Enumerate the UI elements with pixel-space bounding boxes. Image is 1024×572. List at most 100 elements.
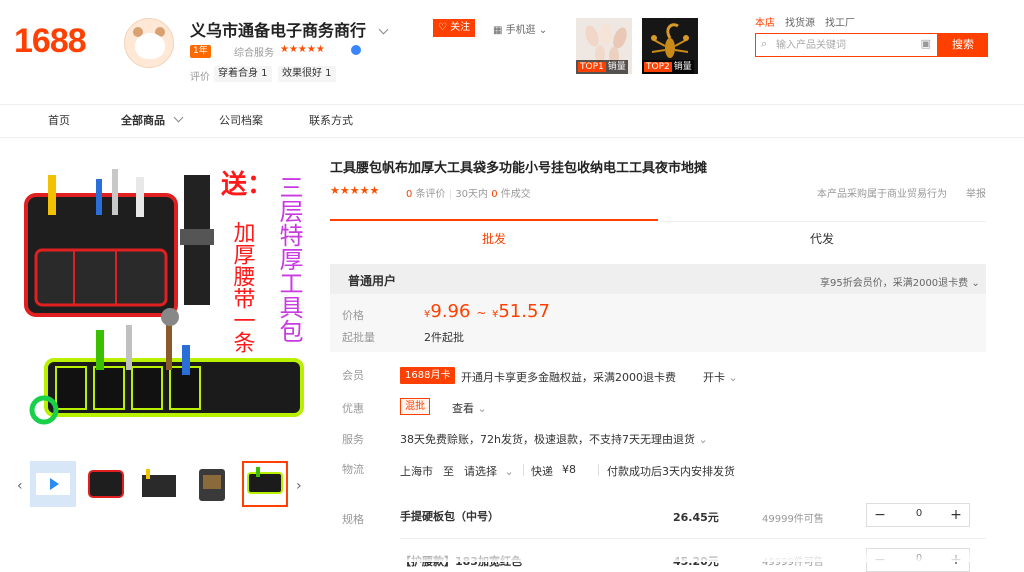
product-title: 工具腰包帆布加厚大工具袋多功能小号挂包收纳电工工具夜市地摊 bbox=[330, 161, 708, 176]
promo-sub-text: 加厚腰带一条 bbox=[230, 221, 256, 353]
quantity-stepper: − 0 + bbox=[866, 503, 970, 527]
promo-main-text: 送： bbox=[221, 170, 273, 200]
scope-this-shop[interactable]: 本店 bbox=[755, 14, 775, 29]
quantity-value[interactable]: 0 bbox=[897, 508, 941, 519]
follow-label: 关注 bbox=[450, 22, 471, 33]
thumb-image bbox=[83, 461, 129, 507]
rank-label: TOP2 销量 bbox=[642, 60, 694, 74]
nav-divider bbox=[0, 104, 1024, 105]
site-logo[interactable]: 1688 bbox=[14, 22, 87, 61]
tab-divider bbox=[660, 221, 986, 222]
shop-name[interactable]: 义乌市通备电子商务商行 bbox=[190, 17, 389, 41]
eval-label: 评价 bbox=[190, 72, 210, 83]
eval-tag[interactable]: 效果很好 1 bbox=[278, 66, 336, 82]
rank-label: TOP1 销量 bbox=[576, 60, 628, 74]
product-stars: ★★★★★ bbox=[330, 184, 380, 197]
price-range: ¥9.96 ~ ¥51.57 bbox=[424, 301, 550, 322]
divider bbox=[598, 464, 599, 476]
tool-bag-illustration: 送： 加厚腰带一条 三层特厚工具包 bbox=[16, 155, 308, 450]
eval-tag[interactable]: 穿着合身 1 bbox=[214, 66, 272, 82]
top-product-thumb[interactable]: TOP1 销量 bbox=[576, 18, 632, 74]
chevron-down-icon bbox=[173, 112, 184, 123]
follow-button[interactable]: ♡ 关注 bbox=[433, 19, 476, 37]
nav-home[interactable]: 首页 bbox=[48, 112, 70, 128]
sales-unit: 件成交 bbox=[500, 189, 531, 200]
thumb-image bbox=[136, 461, 182, 507]
phone-label: 手机逛 bbox=[505, 25, 536, 36]
chevron-down-icon: ⌄ bbox=[698, 433, 708, 446]
camera-icon[interactable]: ▣ bbox=[921, 37, 931, 50]
view-promo-link[interactable]: 查看 ⌄ bbox=[452, 400, 487, 416]
nav-all-products-label: 全部商品 bbox=[121, 114, 165, 127]
year-badge: 1年 bbox=[190, 45, 211, 58]
business-note: 本产品采购属于商业贸易行为 bbox=[817, 189, 947, 200]
sales-count: 0 bbox=[491, 189, 498, 200]
chevron-down-icon: ⌄ bbox=[538, 25, 548, 36]
user-type: 普通用户 bbox=[348, 274, 397, 288]
nav-divider bbox=[0, 137, 1024, 138]
qrcode-icon: ▦ bbox=[493, 25, 503, 36]
service-label: 综合服务 bbox=[234, 48, 274, 59]
divider bbox=[523, 464, 524, 476]
thumb-image bbox=[244, 463, 286, 505]
member-label: 会员 bbox=[342, 369, 364, 382]
ship-method: 快递 bbox=[531, 465, 553, 478]
nav-company-profile[interactable]: 公司档案 bbox=[219, 112, 263, 128]
nav-contact[interactable]: 联系方式 bbox=[309, 112, 353, 128]
plus-button[interactable]: + bbox=[947, 506, 965, 524]
service-desc[interactable]: 38天免费赊账，72h发货，极速退款，不支持7天无理由退货 ⌄ bbox=[400, 431, 708, 447]
service-row-label: 服务 bbox=[342, 433, 364, 446]
gallery-thumb[interactable] bbox=[83, 461, 129, 507]
chevron-down-icon: ⌄ bbox=[971, 278, 980, 289]
gallery-next-icon[interactable]: › bbox=[296, 478, 302, 494]
ship-from: 上海市 bbox=[400, 465, 433, 478]
gallery-thumb[interactable] bbox=[30, 461, 76, 507]
chevron-down-icon[interactable] bbox=[378, 24, 389, 35]
review-label[interactable]: 条评价 bbox=[416, 189, 446, 200]
scope-find-source[interactable]: 找货源 bbox=[785, 14, 815, 29]
member-note[interactable]: 享95折会员价，采满2000退卡费 ⌄ bbox=[820, 274, 980, 289]
monthly-card-badge[interactable]: 1688月卡 bbox=[400, 367, 456, 384]
gallery-thumb-selected[interactable] bbox=[242, 461, 288, 507]
thumb-image bbox=[189, 461, 235, 507]
ship-to-label: 至 bbox=[443, 465, 454, 478]
member-note-text: 享95折会员价，采满2000退卡费 bbox=[820, 278, 969, 289]
gallery-thumb[interactable] bbox=[136, 461, 182, 507]
top-product-thumb[interactable]: TOP2 销量 bbox=[642, 18, 698, 74]
chevron-down-icon: ⌄ bbox=[477, 402, 487, 415]
main-product-image[interactable]: 送： 加厚腰带一条 三层特厚工具包 bbox=[16, 155, 308, 450]
chevron-down-icon: ⌄ bbox=[504, 465, 514, 478]
search-button[interactable]: 搜索 bbox=[938, 33, 988, 57]
search-input[interactable] bbox=[776, 37, 906, 53]
review-count: 0 bbox=[406, 189, 413, 200]
member-desc: 开通月卡享更多金融权益，采满2000退卡费 bbox=[461, 371, 676, 384]
minus-button[interactable]: − bbox=[871, 506, 889, 524]
phone-browse-link[interactable]: ▦ 手机逛 ⌄ bbox=[493, 21, 547, 36]
view-promo-label: 查看 bbox=[452, 402, 474, 415]
shop-avatar[interactable] bbox=[124, 18, 174, 68]
promo-side-text: 三层特厚工具包 bbox=[275, 175, 303, 343]
spec-stock: 49999件可售 bbox=[762, 514, 824, 525]
scope-find-factory[interactable]: 找工厂 bbox=[825, 14, 855, 29]
report-link[interactable]: 举报 bbox=[966, 185, 986, 200]
gallery-prev-icon[interactable]: ‹ bbox=[17, 478, 23, 494]
tab-wholesale[interactable]: 批发 bbox=[482, 230, 506, 247]
shop-name-text[interactable]: 义乌市通备电子商务商行 bbox=[190, 21, 366, 40]
ship-to-select[interactable]: 请选择 ⌄ bbox=[464, 463, 514, 479]
moq-label: 起批量 bbox=[342, 331, 375, 344]
ship-to-value: 请选择 bbox=[464, 465, 497, 478]
row-divider bbox=[400, 538, 986, 539]
spec-price: 26.45元 bbox=[673, 511, 719, 524]
verified-icon bbox=[351, 45, 361, 55]
gallery-thumb[interactable] bbox=[189, 461, 235, 507]
nav-all-products[interactable]: 全部商品 bbox=[121, 112, 184, 128]
service-desc-text: 38天免费赊账，72h发货，极速退款，不支持7天无理由退货 bbox=[400, 433, 695, 446]
scroll-fade bbox=[0, 548, 1024, 562]
tab-dropship[interactable]: 代发 bbox=[810, 230, 834, 247]
price-high: 51.57 bbox=[498, 301, 550, 322]
chevron-down-icon: ⌄ bbox=[728, 371, 738, 384]
ship-fee: ¥8 bbox=[562, 463, 576, 476]
price-low: 9.96 bbox=[430, 301, 471, 322]
open-card-link[interactable]: 开卡 ⌄ bbox=[703, 369, 738, 385]
mixed-batch-badge: 混批 bbox=[400, 398, 430, 415]
